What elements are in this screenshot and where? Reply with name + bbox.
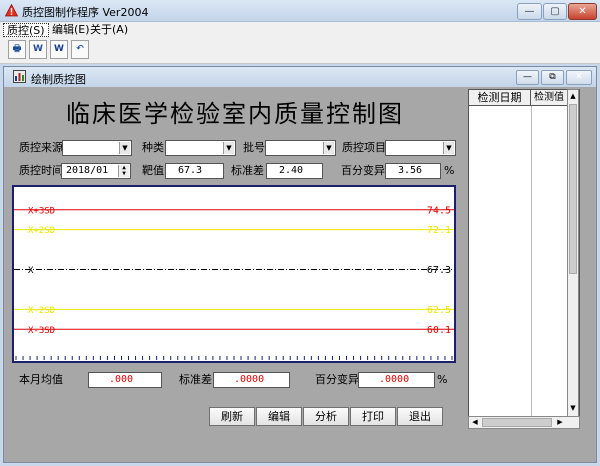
control-line-value: 62.5 bbox=[427, 305, 451, 316]
time-spin-input[interactable]: 2018/01 ▲ ▼ bbox=[61, 163, 131, 179]
stats-cv-field[interactable]: .0000 bbox=[358, 372, 435, 388]
menu-item-qc[interactable]: 质控(S) bbox=[3, 23, 49, 37]
sd-field[interactable]: 2.40 bbox=[266, 163, 323, 179]
close-button[interactable]: ✕ bbox=[568, 3, 597, 20]
page-title: 临床医学检验室内质量控制图 bbox=[66, 100, 404, 128]
grid-col-value[interactable]: 检测值 bbox=[531, 90, 567, 105]
scroll-down-icon[interactable]: ▼ bbox=[568, 402, 578, 414]
cv-unit: % bbox=[444, 164, 455, 177]
control-line-value: 60.1 bbox=[427, 325, 451, 336]
chevron-down-icon[interactable]: ▼ bbox=[223, 142, 234, 154]
inner-restore-button[interactable]: ⧉ bbox=[541, 70, 564, 85]
analyze-button[interactable]: 分析 bbox=[303, 407, 349, 426]
sd-label: 标准差 bbox=[231, 164, 264, 177]
control-line-label: X bbox=[28, 266, 34, 276]
item-label: 质控项目 bbox=[342, 141, 386, 154]
type-select[interactable]: ▼ bbox=[165, 140, 236, 156]
scroll-right-icon[interactable]: ▶ bbox=[554, 417, 566, 428]
menu-item-edit[interactable]: 编辑(E) bbox=[49, 23, 93, 37]
chevron-down-icon[interactable]: ▼ bbox=[443, 142, 454, 154]
hscroll-thumb[interactable] bbox=[482, 418, 552, 427]
control-line-label: X-3SD bbox=[28, 326, 55, 336]
app-title: 质控图制作程序 Ver2004 bbox=[22, 6, 149, 19]
grid-header: 检测日期 检测值 bbox=[469, 90, 579, 106]
chevron-down-icon[interactable]: ▼ bbox=[119, 142, 130, 154]
cv-field[interactable]: 3.56 bbox=[385, 163, 441, 179]
menu-bar: 质控(S) 编辑(E) 关于(A) bbox=[0, 22, 600, 38]
chevron-down-icon[interactable]: ▼ bbox=[323, 142, 334, 154]
lot-label: 批号 bbox=[243, 141, 265, 154]
toolbar-undo-icon[interactable]: ↶ bbox=[71, 40, 89, 59]
stats-sd-label: 标准差 bbox=[179, 373, 212, 386]
target-field[interactable]: 67.3 bbox=[165, 163, 224, 179]
toolbar: 🖶 W W ↶ bbox=[0, 38, 600, 64]
inner-title: 绘制质控图 bbox=[31, 73, 86, 86]
control-line-label: X+3SD bbox=[28, 206, 55, 216]
cv-label: 百分变异 bbox=[341, 164, 385, 177]
results-grid[interactable]: 检测日期 检测值 bbox=[468, 89, 580, 429]
type-label: 种类 bbox=[142, 141, 164, 154]
maximize-button[interactable]: ▢ bbox=[543, 3, 567, 20]
mean-label: 本月均值 bbox=[19, 373, 63, 386]
source-label: 质控来源 bbox=[19, 141, 63, 154]
item-select[interactable]: ▼ bbox=[385, 140, 456, 156]
inner-minimize-button[interactable]: — bbox=[516, 70, 539, 85]
inner-titlebar[interactable]: 绘制质控图 — ⧉ ✕ bbox=[4, 67, 596, 87]
exit-button[interactable]: 退出 bbox=[397, 407, 443, 426]
grid-divider bbox=[531, 106, 532, 424]
scroll-left-icon[interactable]: ◀ bbox=[469, 417, 481, 428]
control-line-value: 72.1 bbox=[427, 225, 451, 236]
stats-cv-label: 百分变异 bbox=[315, 373, 359, 386]
mean-field[interactable]: .000 bbox=[88, 372, 162, 388]
refresh-button[interactable]: 刷新 bbox=[209, 407, 255, 426]
control-line-label: X-2SD bbox=[28, 306, 55, 316]
scroll-up-icon[interactable]: ▲ bbox=[568, 90, 578, 102]
qc-chart-svg: X+3SD 74.5 X+2SD 72.1 X 67.3 X-2SD 62.5 X-3SD 60.… bbox=[14, 205, 454, 360]
stats-sd-field[interactable]: .0000 bbox=[213, 372, 290, 388]
qc-chart: X+3SD 74.5 X+2SD 72.1 X 67.3 X-2SD 62.5 X-3SD 60.… bbox=[12, 185, 456, 363]
toolbar-print-icon[interactable]: 🖶 bbox=[8, 40, 26, 59]
toolbar-word-icon-2[interactable]: W bbox=[50, 40, 68, 59]
edit-button[interactable]: 编辑 bbox=[256, 407, 302, 426]
app-titlebar[interactable]: 质控图制作程序 Ver2004 — ▢ ✕ bbox=[0, 0, 600, 22]
grid-horizontal-scrollbar[interactable]: ◀ ▶ bbox=[468, 416, 580, 429]
spinner-icon[interactable]: ▲ ▼ bbox=[118, 165, 129, 177]
toolbar-word-icon-1[interactable]: W bbox=[29, 40, 47, 59]
control-line-label: X+2SD bbox=[28, 226, 55, 236]
menu-item-about[interactable]: 关于(A) bbox=[87, 23, 131, 37]
grid-vertical-scrollbar[interactable]: ▲ ▼ bbox=[567, 89, 579, 429]
scroll-thumb[interactable] bbox=[569, 104, 577, 274]
print-button[interactable]: 打印 bbox=[350, 407, 396, 426]
grid-col-date[interactable]: 检测日期 bbox=[469, 90, 531, 105]
chart-window-icon bbox=[13, 70, 26, 83]
time-label: 质控时间 bbox=[19, 164, 63, 177]
minimize-button[interactable]: — bbox=[517, 3, 542, 20]
inner-close-button[interactable]: ✕ bbox=[566, 70, 592, 85]
lot-select[interactable]: ▼ bbox=[265, 140, 336, 156]
time-value: 2018/01 bbox=[66, 165, 109, 176]
qc-chart-window: 绘制质控图 — ⧉ ✕ 临床医学检验室内质量控制图 质控来源 ▼ 种类 ▼ 批号… bbox=[3, 66, 597, 463]
stats-cv-unit: % bbox=[437, 373, 448, 386]
target-label: 靶值 bbox=[142, 164, 164, 177]
control-line-value: 74.5 bbox=[427, 205, 451, 216]
control-line-value: 67.3 bbox=[427, 265, 451, 276]
source-select[interactable]: ▼ bbox=[62, 140, 132, 156]
warning-icon bbox=[5, 4, 18, 17]
